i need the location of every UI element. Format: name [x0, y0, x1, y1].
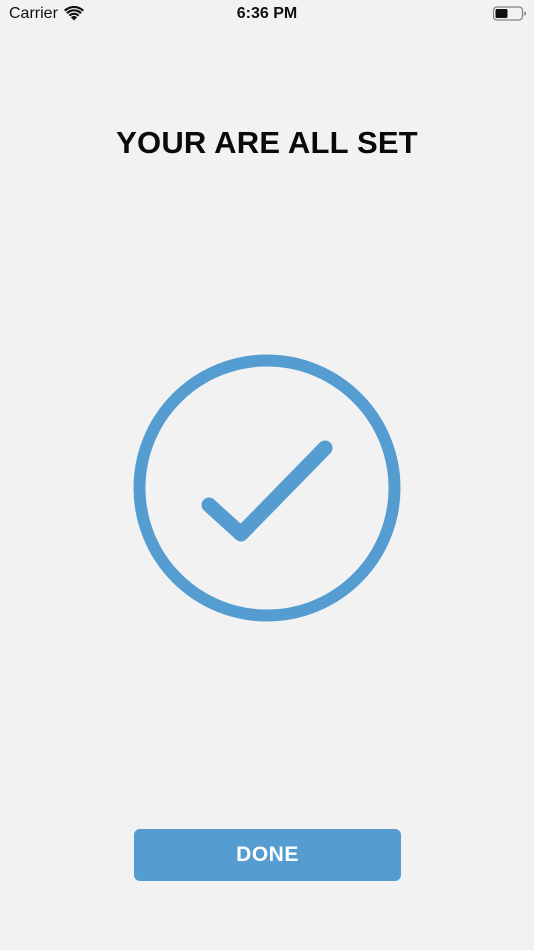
success-screen: Carrier 6:36 PM YOUR ARE ALL SET DONE [0, 0, 534, 950]
done-button[interactable]: DONE [134, 829, 401, 881]
status-bar: Carrier 6:36 PM [0, 0, 534, 28]
check-circle-icon [133, 354, 401, 622]
status-time: 6:36 PM [236, 5, 298, 22]
battery-icon [493, 6, 526, 21]
page-title: YOUR ARE ALL SET [116, 125, 418, 160]
